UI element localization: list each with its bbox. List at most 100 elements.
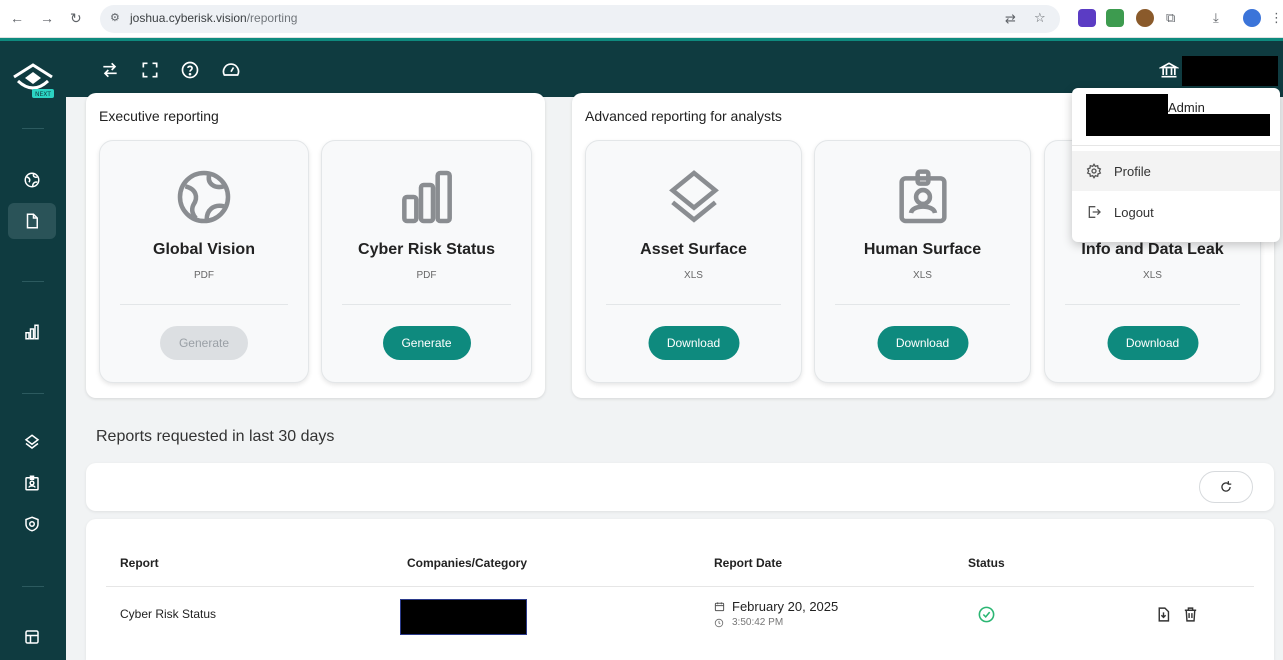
swap-icon[interactable] [100, 60, 120, 80]
column-header-companies: Companies/Category [407, 556, 528, 570]
menu-item-label: Logout [1114, 204, 1154, 220]
generate-global-vision-button[interactable]: Generate [160, 326, 248, 360]
status-success-icon [978, 606, 995, 623]
organization-icon[interactable] [1159, 60, 1179, 80]
report-date-cell: February 20, 2025 [732, 599, 839, 614]
menu-item-profile[interactable]: Profile [1072, 151, 1280, 191]
document-icon [26, 213, 38, 229]
card-format: XLS [1143, 270, 1162, 281]
gear-icon [1086, 163, 1102, 179]
download-report-icon[interactable] [1155, 605, 1172, 624]
report-card-cyber-risk-status: Cyber Risk Status PDF Generate [321, 140, 532, 383]
card-title: Human Surface [863, 241, 982, 258]
menu-item-logout[interactable]: Logout [1072, 192, 1280, 232]
card-divider [835, 304, 1010, 305]
sidebar-item-global-vision[interactable] [8, 162, 56, 198]
translate-icon[interactable]: ⇄ [1005, 11, 1016, 27]
executive-reporting-title: Executive reporting [99, 108, 219, 124]
column-header-report-date: Report Date [714, 556, 783, 570]
card-divider [606, 304, 781, 305]
report-card-human-surface: Human Surface XLS Download [814, 140, 1031, 383]
refresh-button[interactable] [1199, 471, 1253, 503]
card-title: Cyber Risk Status [358, 241, 495, 258]
extensions-puzzle-icon[interactable]: ⧉ [1166, 10, 1175, 26]
address-bar[interactable]: ⚙ joshua.cyberisk.vision/reporting ⇄ ☆ [100, 5, 1060, 33]
redacted-name [1086, 94, 1168, 116]
sidebar-divider [22, 281, 44, 282]
sidebar-item-settings[interactable] [8, 619, 56, 655]
globe-icon [24, 172, 40, 188]
calendar-icon [714, 602, 725, 612]
cookie-extension-icon[interactable] [1136, 9, 1154, 27]
download-info-data-leak-button[interactable]: Download [1107, 326, 1198, 360]
card-title: Info and Data Leak [1081, 241, 1224, 258]
delete-report-icon[interactable] [1182, 605, 1199, 624]
card-divider [1065, 304, 1240, 305]
column-header-report: Report [120, 556, 159, 570]
card-format: XLS [913, 270, 932, 281]
card-title: Asset Surface [640, 241, 747, 258]
card-format: PDF [194, 270, 214, 281]
card-divider [342, 304, 511, 305]
gauge-icon[interactable] [221, 60, 241, 80]
refresh-icon [1221, 481, 1232, 492]
sidebar-divider [22, 128, 44, 129]
sidebar-item-asset-surface[interactable] [8, 424, 56, 460]
extension-icon[interactable] [1106, 9, 1124, 27]
download-asset-surface-button[interactable]: Download [648, 326, 739, 360]
fullscreen-icon[interactable] [140, 60, 160, 80]
shield-icon [25, 516, 39, 532]
sidebar-item-reporting[interactable] [8, 203, 56, 239]
redacted-company-cell [400, 599, 527, 635]
generate-cyber-risk-status-button[interactable]: Generate [382, 326, 471, 360]
sidebar: NEXT [0, 41, 66, 660]
sidebar-item-human-surface[interactable] [8, 465, 56, 501]
reports-table: Report Companies/Category Report Date St… [86, 519, 1274, 660]
download-icon[interactable]: ⤓ [1213, 10, 1219, 26]
report-card-asset-surface: Asset Surface XLS Download [585, 140, 802, 383]
menu-item-label: Profile [1114, 163, 1151, 179]
back-icon[interactable]: ← [10, 10, 24, 26]
sidebar-item-cyber-risk[interactable] [8, 314, 56, 350]
reports-section-title: Reports requested in last 30 days [96, 428, 335, 445]
logout-icon [1088, 206, 1101, 218]
report-name-cell: Cyber Risk Status [120, 607, 217, 621]
sidebar-divider [22, 586, 44, 587]
layers-icon [24, 434, 40, 449]
url-text[interactable]: joshua.cyberisk.vision/reporting [130, 11, 297, 25]
help-icon[interactable] [180, 60, 200, 80]
browser-menu-icon[interactable]: ⋮ [1270, 10, 1283, 26]
advanced-reporting-title: Advanced reporting for analysts [585, 108, 782, 124]
download-human-surface-button[interactable]: Download [877, 326, 968, 360]
redacted-user-name[interactable] [1182, 56, 1278, 86]
layers-icon [668, 170, 719, 223]
card-format: XLS [684, 270, 703, 281]
site-info-icon[interactable]: ⚙ [110, 11, 120, 24]
card-divider [120, 304, 288, 305]
grid-icon [25, 630, 39, 644]
bar-chart-icon [401, 170, 452, 224]
globe-icon [177, 170, 231, 224]
clock-icon [714, 618, 724, 628]
sidebar-item-data-leak[interactable] [8, 506, 56, 542]
badge-icon [898, 169, 947, 224]
profile-avatar-icon[interactable] [1243, 9, 1261, 27]
extension-icon[interactable] [1078, 9, 1096, 27]
sidebar-divider [22, 393, 44, 394]
card-format: PDF [416, 270, 437, 281]
url-path: /reporting [246, 11, 298, 25]
redacted-email [1086, 114, 1270, 136]
card-title: Global Vision [153, 241, 255, 258]
app-logo[interactable]: NEXT [10, 57, 56, 101]
bar-chart-icon [25, 324, 39, 340]
user-dropdown-menu: Admin Profile Logout [1072, 88, 1280, 242]
logo-badge: NEXT [35, 91, 51, 98]
report-time-cell: 3:50:42 PM [732, 617, 784, 628]
report-card-global-vision: Global Vision PDF Generate [99, 140, 309, 383]
bookmark-star-icon[interactable]: ☆ [1034, 10, 1046, 26]
forward-icon[interactable]: → [40, 10, 54, 26]
user-role: Admin [1168, 100, 1205, 115]
browser-toolbar: ← → ↻ ⚙ joshua.cyberisk.vision/reporting… [0, 0, 1283, 38]
reload-icon[interactable]: ↻ [70, 10, 82, 27]
column-header-status: Status [968, 556, 1005, 570]
